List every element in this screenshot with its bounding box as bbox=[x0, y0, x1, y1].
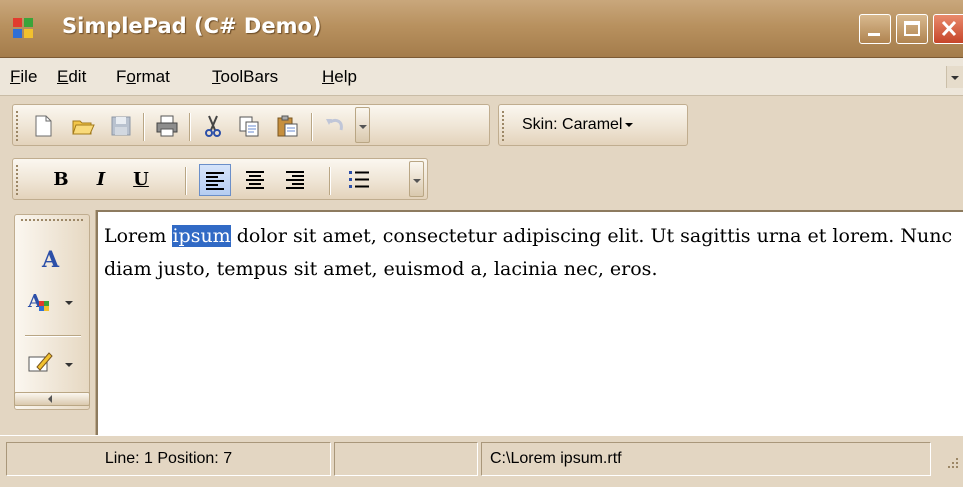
skin-dropdown[interactable]: Skin: Caramel bbox=[514, 110, 641, 140]
align-left-icon bbox=[206, 172, 224, 190]
menu-edit[interactable]: Edit bbox=[57, 67, 86, 87]
toolbar-row-1: Skin: Caramel bbox=[0, 96, 963, 154]
undo-dropdown-button[interactable] bbox=[355, 107, 370, 143]
status-empty-panel bbox=[334, 442, 478, 476]
align-right-icon bbox=[286, 171, 304, 189]
status-bar: Line: 1 Position: 7 C:\Lorem ipsum.rtf bbox=[0, 435, 963, 487]
editor-text-before: Lorem bbox=[104, 225, 173, 247]
toolbar-grip[interactable] bbox=[502, 111, 506, 141]
underline-button[interactable]: U bbox=[125, 164, 157, 196]
close-icon bbox=[941, 20, 957, 37]
edit-style-icon[interactable] bbox=[27, 349, 55, 377]
chevron-down-icon[interactable] bbox=[65, 363, 73, 367]
align-right-button[interactable] bbox=[279, 164, 311, 196]
side-toolbar: A A bbox=[14, 214, 90, 410]
editor-content[interactable]: Lorem ipsum dolor sit amet, consectetur … bbox=[104, 220, 962, 286]
svg-text:A: A bbox=[41, 247, 60, 273]
undo-icon[interactable] bbox=[323, 114, 347, 138]
bold-button[interactable]: B bbox=[45, 164, 77, 196]
italic-button[interactable]: I bbox=[85, 164, 117, 196]
editor-selection: ipsum bbox=[172, 225, 231, 247]
menu-help[interactable]: Help bbox=[322, 67, 357, 87]
window-title: SimplePad (C# Demo) bbox=[62, 14, 322, 38]
font-color-icon[interactable]: A bbox=[27, 289, 55, 317]
standard-toolbar bbox=[12, 104, 490, 146]
side-toolbar-overflow[interactable] bbox=[14, 392, 90, 406]
font-icon[interactable]: A bbox=[37, 245, 65, 273]
cut-icon[interactable] bbox=[201, 114, 225, 138]
skin-label: Skin: Caramel bbox=[522, 116, 623, 133]
menu-format[interactable]: Format bbox=[116, 67, 170, 87]
chevron-down-icon bbox=[625, 122, 634, 127]
copy-icon[interactable] bbox=[237, 114, 261, 138]
app-window: SimplePad (C# Demo) File Edit Format Too… bbox=[0, 0, 963, 487]
close-button[interactable] bbox=[933, 14, 963, 44]
minimize-icon bbox=[868, 33, 880, 36]
title-bar[interactable]: SimplePad (C# Demo) bbox=[0, 0, 963, 58]
maximize-button[interactable] bbox=[896, 14, 928, 44]
bullet-list-button[interactable] bbox=[343, 164, 375, 196]
align-center-icon bbox=[246, 171, 264, 189]
toolbar-grip[interactable] bbox=[16, 165, 20, 195]
align-center-button[interactable] bbox=[239, 164, 271, 196]
toolbar-row-2: B I U bbox=[0, 154, 963, 210]
menu-toolbars[interactable]: ToolBars bbox=[212, 67, 278, 87]
open-folder-icon[interactable] bbox=[71, 114, 95, 138]
app-icon bbox=[13, 18, 33, 38]
save-icon[interactable] bbox=[109, 114, 133, 138]
format-overflow-button[interactable] bbox=[409, 161, 424, 197]
menu-file[interactable]: File bbox=[10, 67, 37, 87]
resize-grip-icon[interactable] bbox=[944, 454, 960, 470]
status-file-path: C:\Lorem ipsum.rtf bbox=[481, 442, 931, 476]
new-document-icon[interactable] bbox=[31, 114, 55, 138]
editor-text-after: dolor sit amet, consectetur adipiscing e… bbox=[104, 225, 953, 280]
maximize-icon bbox=[904, 21, 920, 36]
toolbar-grip[interactable] bbox=[21, 219, 83, 223]
format-toolbar: B I U bbox=[12, 158, 428, 200]
menu-bar: File Edit Format ToolBars Help bbox=[0, 58, 963, 96]
side-toolbar-strip: A A bbox=[0, 210, 96, 435]
minimize-button[interactable] bbox=[859, 14, 891, 44]
status-position: Line: 1 Position: 7 bbox=[6, 442, 331, 476]
print-icon[interactable] bbox=[155, 114, 179, 138]
chevron-down-icon[interactable] bbox=[65, 301, 73, 305]
paste-icon[interactable] bbox=[275, 114, 299, 138]
rich-text-editor[interactable]: Lorem ipsum dolor sit amet, consectetur … bbox=[96, 210, 963, 435]
bullet-list-icon bbox=[349, 171, 369, 188]
menu-overflow-button[interactable] bbox=[946, 66, 963, 88]
align-left-button[interactable] bbox=[199, 164, 231, 196]
toolbar-grip[interactable] bbox=[16, 111, 20, 141]
